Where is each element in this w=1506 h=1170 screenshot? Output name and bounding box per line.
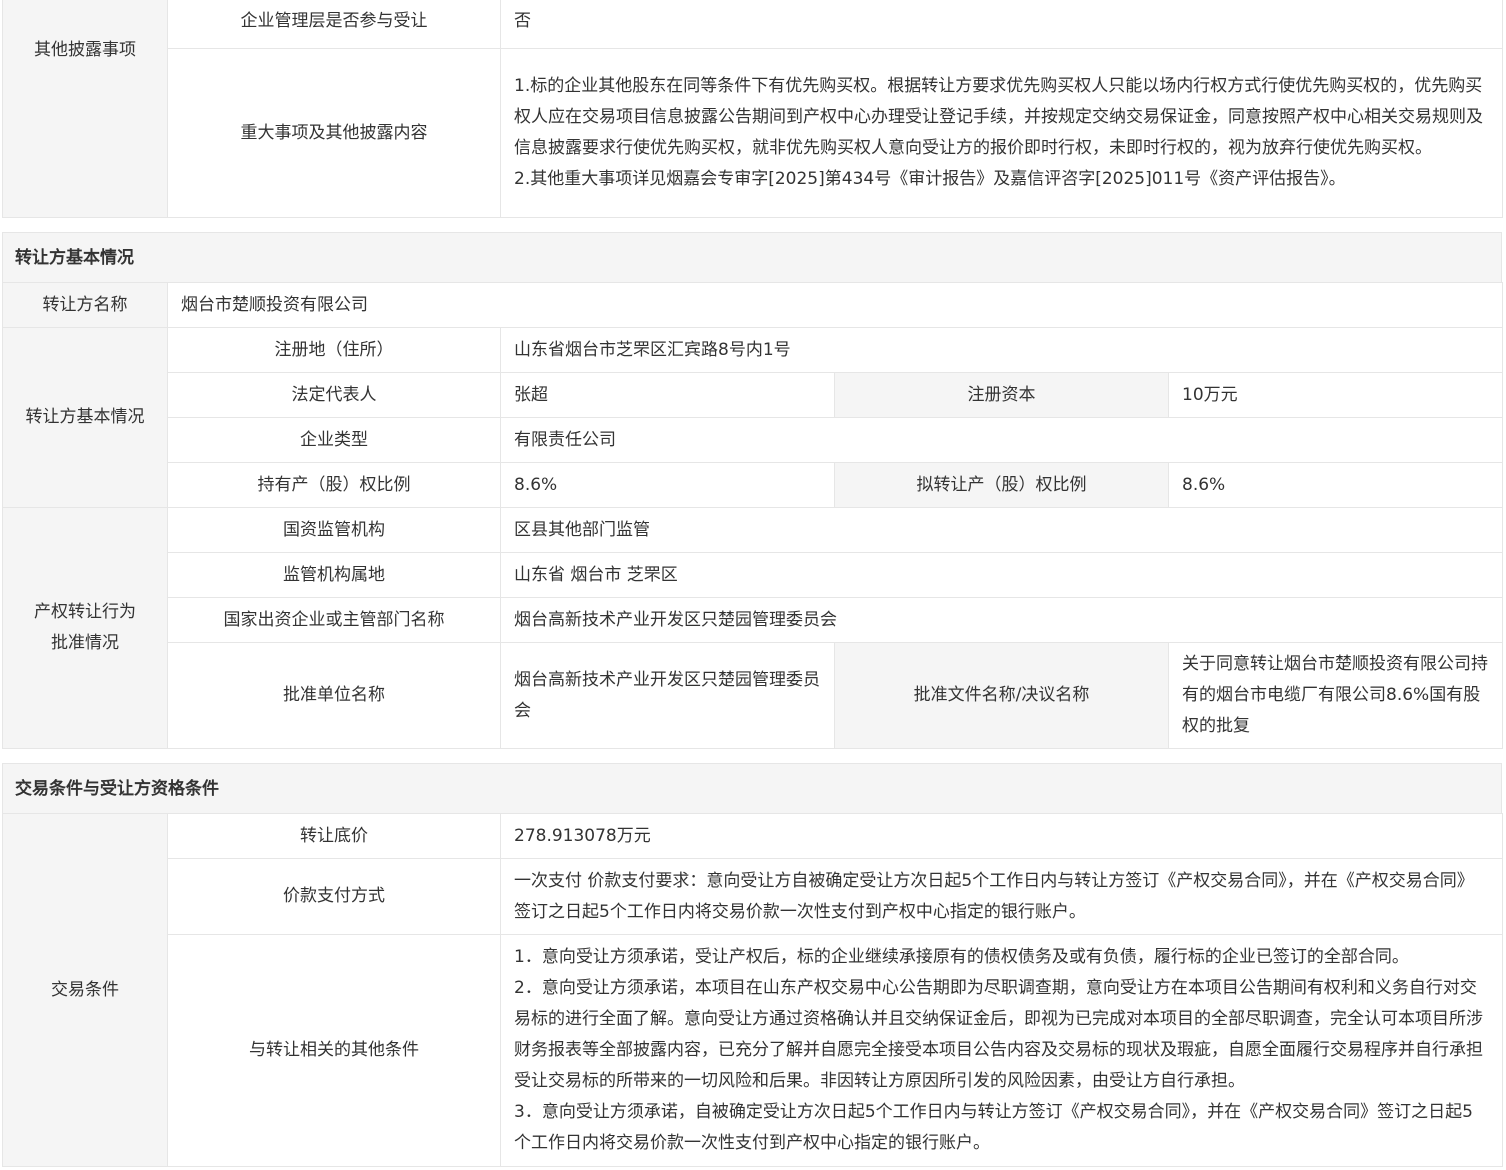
approval-label-line: 批准情况 <box>51 633 119 653</box>
transferor-section-title: 转让方基本情况 <box>2 232 1502 282</box>
other-conditions-paragraph: 3．意向受让方须承诺，自被确定受让方次日起5个工作日内与转让方签订《产权交易合同… <box>514 1102 1473 1153</box>
major-matters-paragraph: 2.其他重大事项详见烟嘉会专审字[2025]第434号《审计报告》及嘉信评咨字[… <box>514 169 1346 189</box>
approver-value: 烟台高新技术产业开发区只楚园管理委员会 <box>500 642 835 749</box>
held-ratio-value: 8.6% <box>500 462 835 508</box>
capital-label: 注册资本 <box>834 372 1169 418</box>
other-disclosure-table: 其他披露事项 企业管理层是否参与受让 否 重大事项及其他披露内容 1.标的企业其… <box>2 0 1503 218</box>
transfer-ratio-value: 8.6% <box>1168 462 1503 508</box>
held-ratio-label: 持有产（股）权比例 <box>167 462 501 508</box>
major-matters-value: 1.标的企业其他股东在同等条件下有优先购买权。根据转让方要求优先购买权人只能以场… <box>500 48 1503 218</box>
capital-value: 10万元 <box>1168 372 1503 418</box>
other-disclosure-label: 其他披露事项 <box>2 0 168 218</box>
approval-label: 产权转让行为 批准情况 <box>2 507 168 749</box>
payment-method-label: 价款支付方式 <box>167 858 501 935</box>
legal-rep-value: 张超 <box>500 372 835 418</box>
address-value: 山东省烟台市芝罘区汇宾路8号内1号 <box>500 327 1503 373</box>
other-conditions-paragraph: 2．意向受让方须承诺，本项目在山东产权交易中心公告期即为尽职调查期，意向受让方在… <box>514 978 1483 1091</box>
regulator-value: 区县其他部门监管 <box>500 507 1503 553</box>
major-matters-paragraph: 1.标的企业其他股东在同等条件下有优先购买权。根据转让方要求优先购买权人只能以场… <box>514 76 1483 158</box>
supervising-dept-value: 烟台高新技术产业开发区只楚园管理委员会 <box>500 597 1503 643</box>
approver-label: 批准单位名称 <box>167 642 501 749</box>
trade-section-title: 交易条件与受让方资格条件 <box>2 763 1502 813</box>
regulator-label: 国资监管机构 <box>167 507 501 553</box>
address-label: 注册地（住所） <box>167 327 501 373</box>
trade-conditions-label: 交易条件 <box>2 813 168 1167</box>
transferor-name-label: 转让方名称 <box>2 282 168 328</box>
other-conditions-paragraph: 1．意向受让方须承诺，受让产权后，标的企业继续承接原有的债权债务及或有负债，履行… <box>514 947 1409 967</box>
approval-doc-label: 批准文件名称/决议名称 <box>834 642 1169 749</box>
transferor-table: 转让方名称 烟台市楚顺投资有限公司 转让方基本情况 注册地（住所） 山东省烟台市… <box>2 282 1503 749</box>
transferor-basic-label: 转让方基本情况 <box>2 327 168 508</box>
approval-label-line: 产权转让行为 <box>34 602 136 622</box>
legal-rep-label: 法定代表人 <box>167 372 501 418</box>
regulator-location-label: 监管机构属地 <box>167 552 501 598</box>
supervising-dept-label: 国家出资企业或主管部门名称 <box>167 597 501 643</box>
management-participation-label: 企业管理层是否参与受让 <box>167 0 501 49</box>
trade-conditions-table: 交易条件 转让底价 278.913078万元 价款支付方式 一次支付 价款支付要… <box>2 813 1503 1167</box>
base-price-label: 转让底价 <box>167 813 501 859</box>
transferor-name-value: 烟台市楚顺投资有限公司 <box>167 282 1503 328</box>
company-type-value: 有限责任公司 <box>500 417 1503 463</box>
regulator-location-value: 山东省 烟台市 芝罘区 <box>500 552 1503 598</box>
payment-method-value: 一次支付 价款支付要求：意向受让方自被确定受让方次日起5个工作日内与转让方签订《… <box>500 858 1503 935</box>
transfer-ratio-label: 拟转让产（股）权比例 <box>834 462 1169 508</box>
approval-doc-value: 关于同意转让烟台市楚顺投资有限公司持有的烟台市电缆厂有限公司8.6%国有股权的批… <box>1168 642 1503 749</box>
other-conditions-label: 与转让相关的其他条件 <box>167 934 501 1167</box>
major-matters-label: 重大事项及其他披露内容 <box>167 48 501 218</box>
other-conditions-value: 1．意向受让方须承诺，受让产权后，标的企业继续承接原有的债权债务及或有负债，履行… <box>500 934 1503 1167</box>
base-price-value: 278.913078万元 <box>500 813 1503 859</box>
disclosure-page: 其他披露事项 企业管理层是否参与受让 否 重大事项及其他披露内容 1.标的企业其… <box>2 0 1503 1167</box>
management-participation-value: 否 <box>500 0 1503 49</box>
company-type-label: 企业类型 <box>167 417 501 463</box>
